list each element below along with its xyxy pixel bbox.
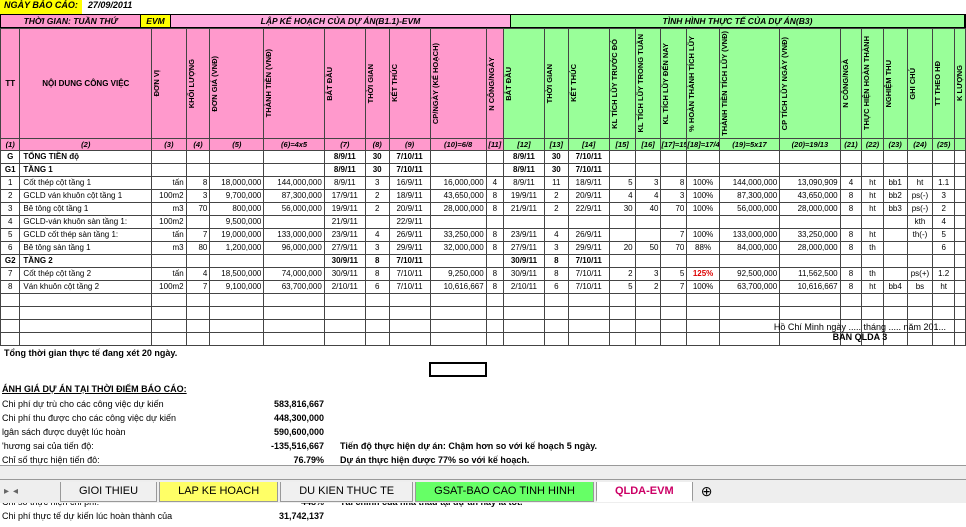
col-pct: % HOÀN THÀNH TÍCH LŨY: [687, 29, 719, 139]
sheet-tab[interactable]: GIOI THIEU: [60, 482, 157, 502]
table-row[interactable]: G2TẦNG 230/9/1187/10/11 30/9/1187/10/11: [1, 254, 966, 267]
col-aend: KẾT THÚC: [568, 29, 609, 139]
table-row[interactable]: 5GCLD cốt thép sàn tầng 1:tấn719,000,000…: [1, 228, 966, 241]
table-row[interactable]: 3Bê tông cột tầng 1m370800,00056,000,000…: [1, 202, 966, 215]
total-time-note: Tổng thời gian thực tế đang xét 20 ngày.: [0, 346, 966, 360]
hdr-time: THỜI GIAN: TUẦN THỨ: [1, 15, 141, 27]
col-ncg: N CÔNG/NGÀ: [840, 29, 862, 139]
sheet-tab[interactable]: QLDA-EVM: [596, 482, 693, 502]
sheet-tab[interactable]: DU KIEN THUC TE: [280, 482, 413, 502]
eval-row: Chi phí thực tế dự kiến lúc hoàn thành c…: [2, 509, 964, 523]
col-qty: KHỐI LƯỢNG: [186, 29, 210, 139]
table-row[interactable]: G1TẦNG 18/9/11307/10/11 8/9/11307/10/11: [1, 163, 966, 176]
report-date-label: NGÀY BÁO CÁO:: [0, 0, 82, 14]
col-nc: N CÔNG/NGÀY: [486, 29, 503, 139]
add-sheet-button[interactable]: ⊕: [695, 483, 719, 500]
col-number-row: (1)(2)(3)(4)(5)(6)=4x5(7)(8)(9)(10)=6/8[…: [1, 138, 966, 150]
col-price: ĐƠN GIÁ (VNĐ): [210, 29, 264, 139]
tab-prev-icon[interactable]: ◂: [13, 486, 18, 497]
col-kl2: K LƯỢNG: [954, 29, 965, 139]
selected-cell[interactable]: [430, 363, 486, 376]
sheet-tabs: ▸◂ GIOI THIEULAP KE HOACHDU KIEN THUC TE…: [0, 479, 966, 503]
table-row[interactable]: [1, 306, 966, 319]
table-row[interactable]: [1, 293, 966, 306]
sheet-tab[interactable]: LAP KE HOACH: [159, 482, 278, 502]
sheet-tab[interactable]: GSAT-BAO CAO TINH HINH: [415, 482, 594, 502]
signature-block: Hồ Chí Minh ngày ..... tháng ..... năm 2…: [774, 322, 946, 342]
col-ng: NGHIỆM THU: [883, 29, 907, 139]
hdr-evm: EVM: [141, 15, 171, 27]
col-amount: THÀNH TIỀN (VNĐ): [264, 29, 324, 139]
header-row: TT NỘI DUNG CÔNG VIỆC ĐƠN VỊ KHỐI LƯỢNG …: [1, 29, 966, 139]
col-unit: ĐƠN VỊ: [152, 29, 187, 139]
col-tt: TT: [1, 29, 20, 139]
col-start: BẮT ĐẦU: [324, 29, 365, 139]
section-header-row: THỜI GIAN: TUẦN THỨ EVM LẬP KẾ HOẠCH CỦA…: [0, 14, 966, 28]
hdr-actual: TÌNH HÌNH THỰC TẾ CỦA DỰ ÁN(B3): [511, 15, 965, 27]
col-tl3: KL TÍCH LŨY ĐẾN NAY: [661, 29, 687, 139]
col-cpn: CP/NGÀY (KẾ HOẠCH): [430, 29, 486, 139]
col-cptl: CP TÍCH LŨY NGÀY (VNĐ): [780, 29, 840, 139]
eval-row: lgân sách được duyệt lúc hoàn590,600,000: [2, 425, 964, 439]
tab-first-icon[interactable]: ▸: [4, 486, 9, 497]
table-row[interactable]: 6Bê tông sàn tầng 1m3801,200,00096,000,0…: [1, 241, 966, 254]
eval-title: ÁNH GIÁ DỰ ÁN TẠI THỜI ĐIỂM BÁO CÁO:: [2, 384, 964, 394]
main-table[interactable]: TT NỘI DUNG CÔNG VIỆC ĐƠN VỊ KHỐI LƯỢNG …: [0, 28, 966, 346]
col-tl1: KL TÍCH LŨY TRƯỚC ĐÓ: [609, 29, 635, 139]
col-end: KẾT THÚC: [389, 29, 430, 139]
table-row[interactable]: 1Cốt thép cột tầng 1tấn818,000,000144,00…: [1, 176, 966, 189]
col-name: NỘI DUNG CÔNG VIỆC: [20, 29, 152, 139]
table-row[interactable]: 8Ván khuôn cột tầng 2100m279,100,00063,7…: [1, 280, 966, 293]
col-adur: THỜI GIAN: [544, 29, 568, 139]
horizontal-scrollbar[interactable]: [0, 465, 966, 479]
col-th: THỰC HIỆN HOÀN THÀNH: [862, 29, 884, 139]
eval-row: 'hương sai của tiến độ:-135,516,667Tiến …: [2, 439, 964, 453]
hdr-plan: LẬP KẾ HOẠCH CỦA DỰ ÁN(B1.1)-EVM: [171, 15, 511, 27]
table-row[interactable]: GTỔNG TIỀN độ8/9/11307/10/11 8/9/11307/1…: [1, 150, 966, 163]
eval-row: Chi phí thu được cho các công việc dự ki…: [2, 411, 964, 425]
tab-nav[interactable]: ▸◂: [4, 486, 18, 497]
table-row[interactable]: 7Cốt thép cột tầng 2tấn418,500,00074,000…: [1, 267, 966, 280]
eval-row: Chi phí dự trù cho các công việc dự kiến…: [2, 397, 964, 411]
col-tl2: KL TÍCH LŨY TRONG TUẦN: [635, 29, 661, 139]
report-date: 27/09/2011: [82, 0, 138, 14]
table-row[interactable]: 4GCLD-ván khuôn sàn tầng 1:100m29,500,00…: [1, 215, 966, 228]
col-ttl: THÀNH TIỀN TÍCH LŨY (VNĐ): [719, 29, 779, 139]
col-hd: TT THEO HĐ: [933, 29, 955, 139]
sig-line1: Hồ Chí Minh ngày ..... tháng ..... năm 2…: [774, 322, 946, 332]
col-dur: THỜI GIAN: [365, 29, 389, 139]
col-astart: BẮT ĐẦU: [503, 29, 544, 139]
sig-line2: BAN QLDA 3: [774, 332, 946, 342]
table-row[interactable]: 2GCLD ván khuôn cột tầng 1100m239,700,00…: [1, 189, 966, 202]
col-gc: GHI CHÚ: [907, 29, 933, 139]
